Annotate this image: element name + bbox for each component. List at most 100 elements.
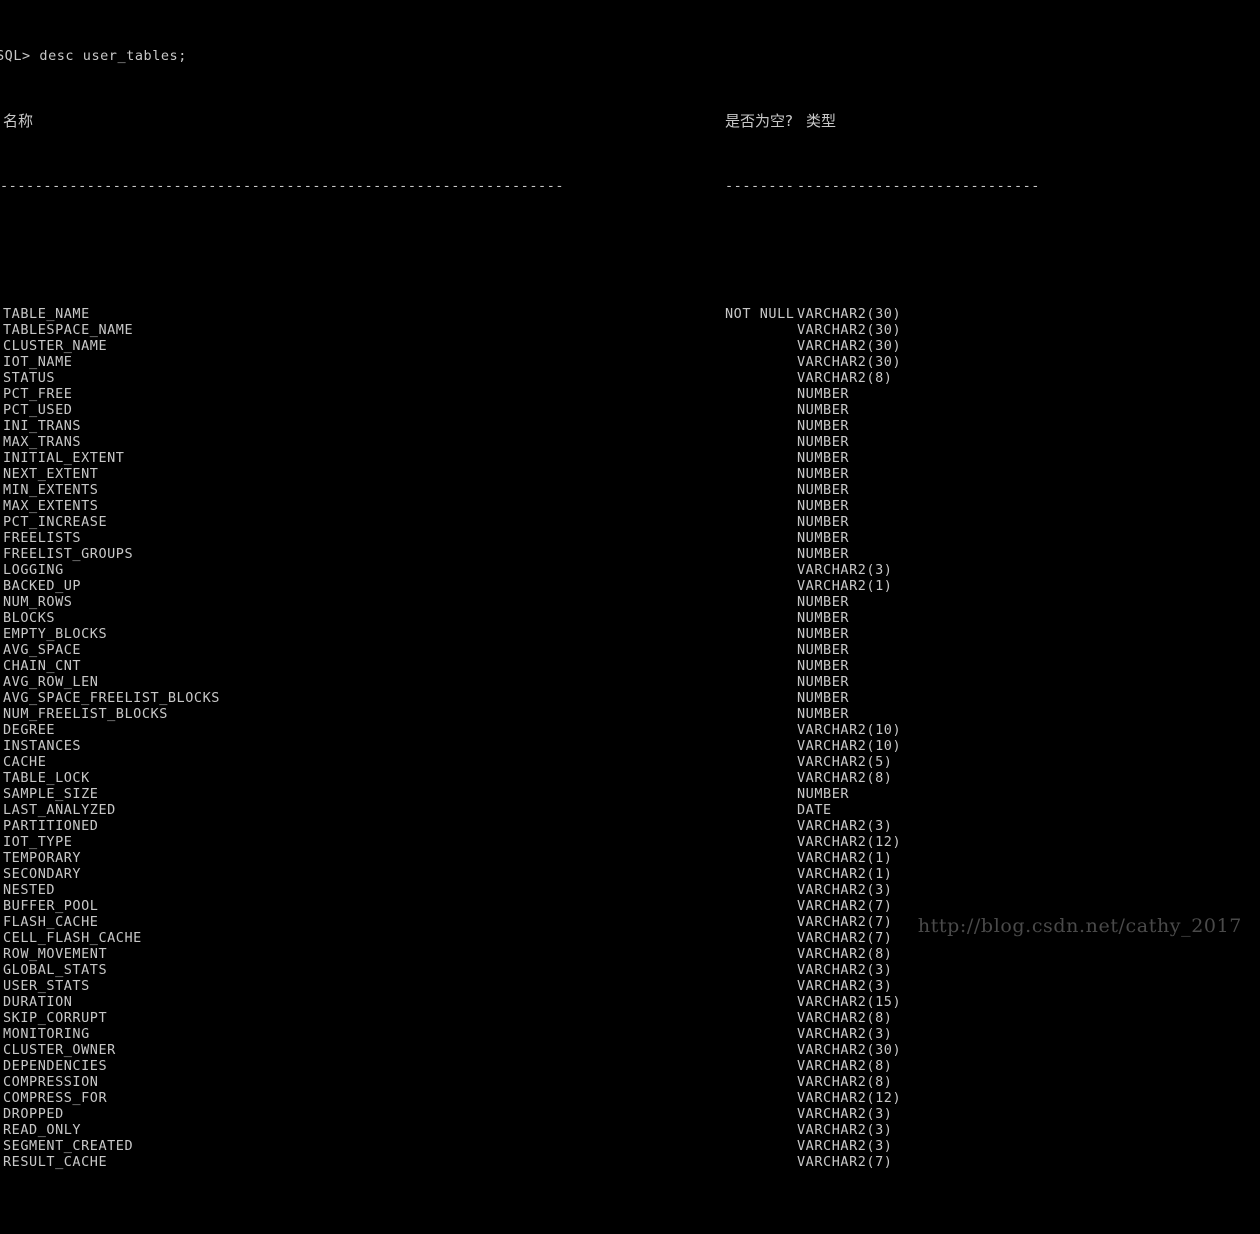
row-column-name: GLOBAL_STATS — [3, 962, 108, 978]
row-column-name: AVG_SPACE_FREELIST_BLOCKS — [3, 690, 220, 706]
table-row: INITIAL_EXTENT NUMBER — [0, 450, 1260, 466]
row-data-type: VARCHAR2(8) — [797, 1058, 893, 1074]
terminal-screen[interactable]: SQL> desc user_tables; 名称 是否为空? 类型 -----… — [0, 0, 1260, 1170]
row-column-name: TABLESPACE_NAME — [3, 322, 134, 338]
row-data-type: VARCHAR2(8) — [797, 1074, 893, 1090]
row-column-name: INITIAL_EXTENT — [3, 450, 125, 466]
row-data-type: VARCHAR2(30) — [797, 1042, 902, 1058]
describe-output-rows: TABLE_NAME NOT NULL VARCHAR2(30) TABLESPACE… — [0, 306, 1260, 1170]
row-data-type: NUMBER — [797, 482, 850, 498]
row-data-type: VARCHAR2(30) — [797, 306, 902, 322]
column-header-nullable: 是否为空? — [725, 112, 793, 130]
row-data-type: VARCHAR2(3) — [797, 1106, 893, 1122]
table-row: GLOBAL_STATS VARCHAR2(3) — [0, 962, 1260, 978]
row-data-type: VARCHAR2(1) — [797, 578, 893, 594]
row-column-name: SEGMENT_CREATED — [3, 1138, 134, 1154]
table-row: SAMPLE_SIZE NUMBER — [0, 786, 1260, 802]
table-row: DEPENDENCIES VARCHAR2(8) — [0, 1058, 1260, 1074]
row-data-type: DATE — [797, 802, 832, 818]
row-data-type: VARCHAR2(5) — [797, 754, 893, 770]
row-column-name: MAX_TRANS — [3, 434, 82, 450]
row-data-type: VARCHAR2(1) — [797, 866, 893, 882]
row-data-type: VARCHAR2(30) — [797, 354, 902, 370]
table-row: SKIP_CORRUPT VARCHAR2(8) — [0, 1010, 1260, 1026]
row-column-name: DEPENDENCIES — [3, 1058, 108, 1074]
table-row: CELL_FLASH_CACHE VARCHAR2(7) — [0, 930, 1260, 946]
row-column-name: CELL_FLASH_CACHE — [3, 930, 142, 946]
row-column-name: MONITORING — [3, 1026, 90, 1042]
table-row: DURATION VARCHAR2(15) — [0, 994, 1260, 1010]
row-data-type: NUMBER — [797, 498, 850, 514]
row-data-type: VARCHAR2(8) — [797, 370, 893, 386]
table-row: TABLE_NAME NOT NULL VARCHAR2(30) — [0, 306, 1260, 322]
row-data-type: VARCHAR2(8) — [797, 770, 893, 786]
row-data-type: VARCHAR2(7) — [797, 914, 893, 930]
table-row: PCT_INCREASE NUMBER — [0, 514, 1260, 530]
row-data-type: NUMBER — [797, 546, 850, 562]
column-header-type: 类型 — [806, 112, 837, 130]
row-column-name: MIN_EXTENTS — [3, 482, 99, 498]
table-row: DEGREE VARCHAR2(10) — [0, 722, 1260, 738]
row-data-type: VARCHAR2(12) — [797, 834, 902, 850]
row-data-type: VARCHAR2(3) — [797, 818, 893, 834]
row-column-name: TABLE_LOCK — [3, 770, 90, 786]
row-data-type: VARCHAR2(3) — [797, 1026, 893, 1042]
row-data-type: VARCHAR2(10) — [797, 722, 902, 738]
row-column-name: AVG_ROW_LEN — [3, 674, 99, 690]
table-row: TABLESPACE_NAME VARCHAR2(30) — [0, 322, 1260, 338]
row-column-name: PCT_USED — [3, 402, 73, 418]
row-column-name: CLUSTER_NAME — [3, 338, 108, 354]
separator-dashes-type: ---------------------------- — [797, 178, 1040, 194]
row-data-type: VARCHAR2(10) — [797, 738, 902, 754]
separator-dashes-nullable: -------- — [725, 178, 795, 194]
row-column-name: IOT_TYPE — [3, 834, 73, 850]
row-column-name: NUM_FREELIST_BLOCKS — [3, 706, 168, 722]
table-row: STATUS VARCHAR2(8) — [0, 370, 1260, 386]
table-row: FLASH_CACHE VARCHAR2(7) — [0, 914, 1260, 930]
row-column-name: PCT_INCREASE — [3, 514, 108, 530]
row-column-name: BLOCKS — [3, 610, 56, 626]
row-data-type: NUMBER — [797, 786, 850, 802]
row-data-type: NUMBER — [797, 402, 850, 418]
table-row: TABLE_LOCK VARCHAR2(8) — [0, 770, 1260, 786]
row-data-type: NUMBER — [797, 642, 850, 658]
row-column-name: TEMPORARY — [3, 850, 82, 866]
row-data-type: VARCHAR2(7) — [797, 1154, 893, 1170]
table-row: MAX_EXTENTS NUMBER — [0, 498, 1260, 514]
table-row: NEXT_EXTENT NUMBER — [0, 466, 1260, 482]
table-row: CLUSTER_NAME VARCHAR2(30) — [0, 338, 1260, 354]
row-column-name: NUM_ROWS — [3, 594, 73, 610]
table-row: INI_TRANS NUMBER — [0, 418, 1260, 434]
row-data-type: NUMBER — [797, 674, 850, 690]
table-row: NUM_FREELIST_BLOCKS NUMBER — [0, 706, 1260, 722]
table-row: USER_STATS VARCHAR2(3) — [0, 978, 1260, 994]
table-row: SECONDARY VARCHAR2(1) — [0, 866, 1260, 882]
separator-dashes-name: ----------------------------------------… — [0, 178, 565, 194]
table-row: MIN_EXTENTS NUMBER — [0, 482, 1260, 498]
row-column-name: SKIP_CORRUPT — [3, 1010, 108, 1026]
table-row: BUFFER_POOL VARCHAR2(7) — [0, 898, 1260, 914]
table-row: COMPRESSION VARCHAR2(8) — [0, 1074, 1260, 1090]
row-column-name: FLASH_CACHE — [3, 914, 99, 930]
row-data-type: VARCHAR2(8) — [797, 1010, 893, 1026]
table-row: MONITORING VARCHAR2(3) — [0, 1026, 1260, 1042]
row-data-type: VARCHAR2(3) — [797, 562, 893, 578]
table-row: CACHE VARCHAR2(5) — [0, 754, 1260, 770]
table-row: TEMPORARY VARCHAR2(1) — [0, 850, 1260, 866]
row-data-type: NUMBER — [797, 530, 850, 546]
row-column-name: BACKED_UP — [3, 578, 82, 594]
table-row: EMPTY_BLOCKS NUMBER — [0, 626, 1260, 642]
table-row: ROW_MOVEMENT VARCHAR2(8) — [0, 946, 1260, 962]
row-column-name: CACHE — [3, 754, 47, 770]
row-data-type: NUMBER — [797, 386, 850, 402]
row-column-name: SECONDARY — [3, 866, 82, 882]
row-data-type: NUMBER — [797, 418, 850, 434]
table-row: DROPPED VARCHAR2(3) — [0, 1106, 1260, 1122]
row-data-type: NUMBER — [797, 466, 850, 482]
row-column-name: BUFFER_POOL — [3, 898, 99, 914]
row-data-type: NUMBER — [797, 450, 850, 466]
table-row: PARTITIONED VARCHAR2(3) — [0, 818, 1260, 834]
row-data-type: VARCHAR2(3) — [797, 1122, 893, 1138]
row-data-type: VARCHAR2(7) — [797, 930, 893, 946]
